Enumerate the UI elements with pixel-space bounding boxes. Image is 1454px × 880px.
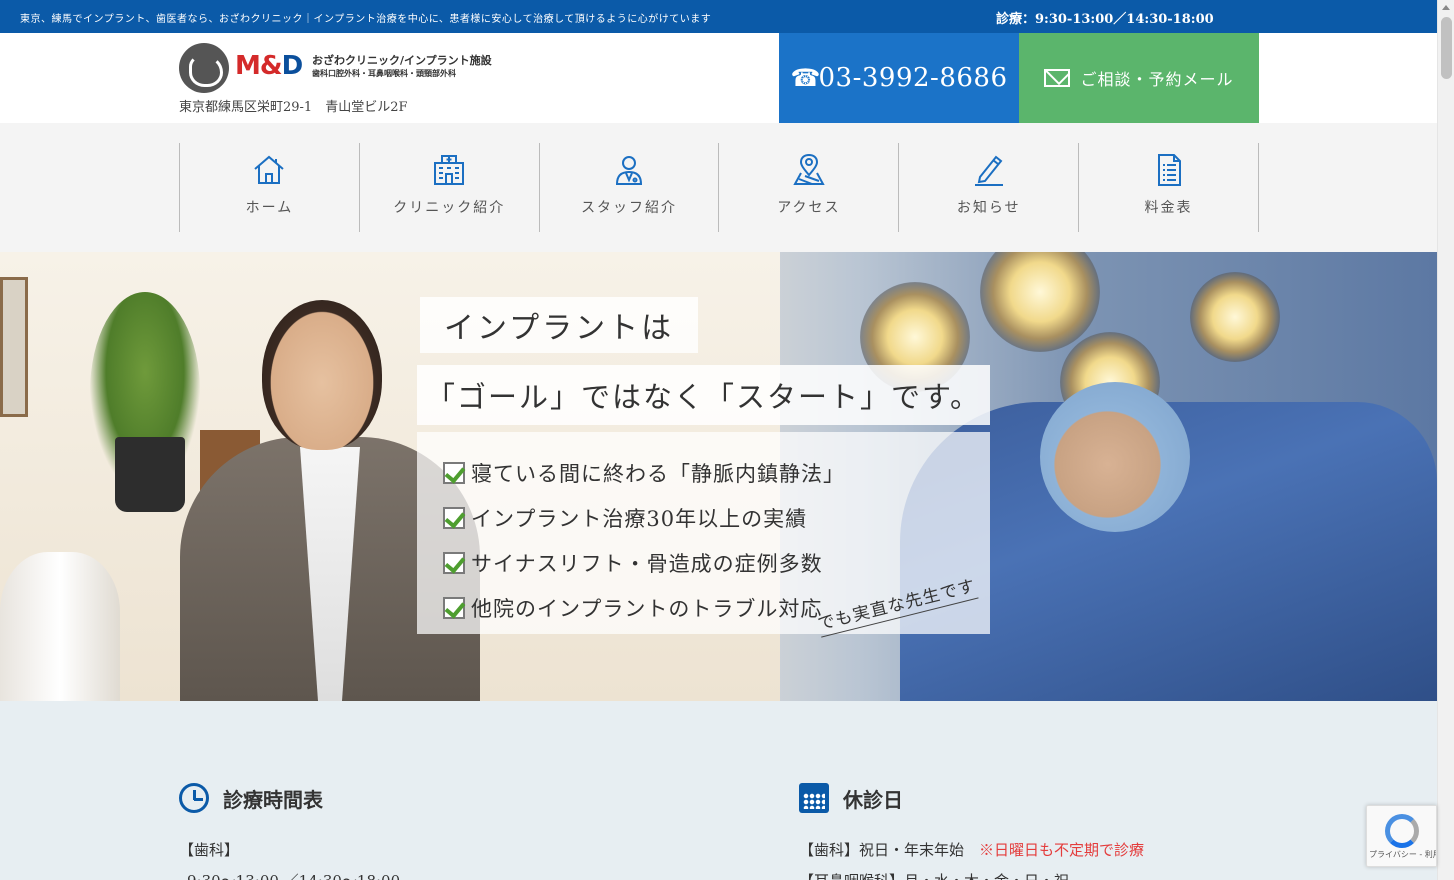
nav-item-label: スタッフ紹介 bbox=[581, 200, 678, 216]
scroll-thumb[interactable] bbox=[1441, 17, 1452, 79]
checkbox-icon bbox=[443, 461, 465, 484]
checkbox-icon bbox=[443, 506, 465, 529]
nav-item-label: 料金表 bbox=[1144, 200, 1193, 216]
closed-days-ent: 【耳鼻咽喉科】月・水・木・金・日・祝 bbox=[799, 870, 1144, 880]
doctor-icon bbox=[616, 156, 643, 185]
clinic-address: 東京都練馬区栄町29-1 青山堂ビル2F bbox=[179, 100, 408, 115]
map-pin-icon bbox=[793, 153, 825, 185]
clock-icon bbox=[179, 783, 209, 813]
clinic-info-section: 診療時間表 【歯科】 9:30〜13:00 ／14:30〜18:00 休診日 【… bbox=[0, 701, 1437, 880]
nav-item-clinic[interactable]: クリニック紹介 bbox=[360, 143, 540, 232]
hero-headline-1: インプラントは bbox=[420, 297, 699, 353]
recaptcha-logo-icon bbox=[1385, 814, 1419, 848]
main-navigation: ホーム クリニック紹介 スタッフ紹介 アクセス お知らせ 料金表 bbox=[0, 123, 1437, 252]
feature-text: インプラント治療30年以上の実績 bbox=[471, 506, 808, 531]
hours-title: 診療時間表 bbox=[223, 787, 323, 812]
top-info-bar: 東京、練馬でインプラント、歯医者なら、おざわクリニック｜インプラント治療を中心に… bbox=[0, 0, 1437, 33]
feature-text: 他院のインプラントのトラブル対応 bbox=[471, 596, 823, 621]
recaptcha-badge[interactable]: プライバシー - 利用規約 bbox=[1366, 805, 1437, 867]
hours-block: 診療時間表 【歯科】 9:30〜13:00 ／14:30〜18:00 bbox=[179, 783, 400, 880]
list-item: サイナスリフト・骨造成の症例多数 bbox=[443, 540, 990, 585]
phone-number: 03-3992-8686 bbox=[818, 63, 1008, 93]
checkbox-icon bbox=[443, 596, 465, 619]
hours-department: 【歯科】 bbox=[179, 841, 240, 859]
list-item: 寝ている間に終わる「静脈内鎮静法」 bbox=[443, 450, 990, 495]
mail-icon bbox=[1044, 69, 1071, 87]
nav-item-label: クリニック紹介 bbox=[393, 200, 506, 216]
nav-item-label: アクセス bbox=[777, 200, 841, 216]
hero-headline-2: 「ゴール」ではなく「スタート」です。 bbox=[417, 365, 990, 425]
closed-days-dental-text: 【歯科】祝日・年末年始 bbox=[799, 841, 980, 859]
logo-md-text: M&D bbox=[235, 51, 304, 81]
logo-amp: & bbox=[259, 51, 283, 81]
site-logo[interactable]: M&D おざわクリニック/インプラント施設 歯科口腔外科・耳鼻咽喉科・頭頸部外科 bbox=[179, 43, 499, 95]
contact-mail-label: ご相談・予約メール bbox=[1080, 70, 1234, 89]
calendar-icon bbox=[799, 783, 829, 813]
document-list-icon bbox=[1157, 154, 1181, 186]
closed-days-title: 休診日 bbox=[843, 787, 903, 812]
nav-item-pricing[interactable]: 料金表 bbox=[1079, 143, 1259, 232]
nav-item-staff[interactable]: スタッフ紹介 bbox=[540, 143, 720, 232]
business-hours: 診療：9:30-13:00／14:30-18:00 bbox=[996, 12, 1214, 27]
logo-m: M bbox=[235, 51, 261, 81]
closed-days-dental: 【歯科】祝日・年末年始 ※日曜日も不定期で診療 bbox=[799, 839, 1144, 860]
nav-item-home[interactable]: ホーム bbox=[180, 143, 360, 232]
closed-days-block: 休診日 【歯科】祝日・年末年始 ※日曜日も不定期で診療 【耳鼻咽喉科】月・水・木… bbox=[799, 783, 1144, 880]
phone-icon bbox=[791, 66, 813, 90]
nav-item-label: ホーム bbox=[245, 200, 294, 216]
nav-item-news[interactable]: お知らせ bbox=[899, 143, 1080, 232]
closed-days-note: ※日曜日も不定期で診療 bbox=[979, 841, 1145, 859]
list-item: インプラント治療30年以上の実績 bbox=[443, 495, 990, 540]
checkbox-icon bbox=[443, 551, 465, 574]
home-icon bbox=[254, 155, 285, 184]
feature-text: 寝ている間に終わる「静脈内鎮静法」 bbox=[471, 461, 845, 486]
site-header: M&D おざわクリニック/インプラント施設 歯科口腔外科・耳鼻咽喉科・頭頸部外科… bbox=[0, 33, 1437, 123]
scroll-up-arrow-icon[interactable] bbox=[1442, 5, 1450, 10]
recaptcha-text[interactable]: プライバシー - 利用規約 bbox=[1369, 850, 1436, 859]
site-tagline: 東京、練馬でインプラント、歯医者なら、おざわクリニック｜インプラント治療を中心に… bbox=[20, 14, 712, 25]
pencil-icon bbox=[974, 155, 1003, 186]
logo-d: D bbox=[281, 51, 304, 81]
hero-banner: インプラントは 「ゴール」ではなく「スタート」です。 寝ている間に終わる「静脈内… bbox=[0, 252, 1437, 701]
hospital-icon bbox=[434, 155, 465, 185]
logo-mark-icon bbox=[179, 43, 229, 93]
logo-clinic-name: おざわクリニック/インプラント施設 bbox=[312, 54, 492, 67]
logo-departments: 歯科口腔外科・耳鼻咽喉科・頭頸部外科 bbox=[312, 69, 456, 78]
page-scrollbar[interactable] bbox=[1437, 0, 1454, 880]
hours-time: 9:30〜13:00 ／14:30〜18:00 bbox=[179, 870, 400, 880]
phone-button[interactable]: 03-3992-8686 bbox=[779, 33, 1019, 123]
nav-item-label: お知らせ bbox=[956, 200, 1021, 216]
contact-mail-button[interactable]: ご相談・予約メール bbox=[1019, 33, 1259, 123]
nav-item-access[interactable]: アクセス bbox=[719, 143, 900, 232]
feature-text: サイナスリフト・骨造成の症例多数 bbox=[471, 551, 823, 576]
